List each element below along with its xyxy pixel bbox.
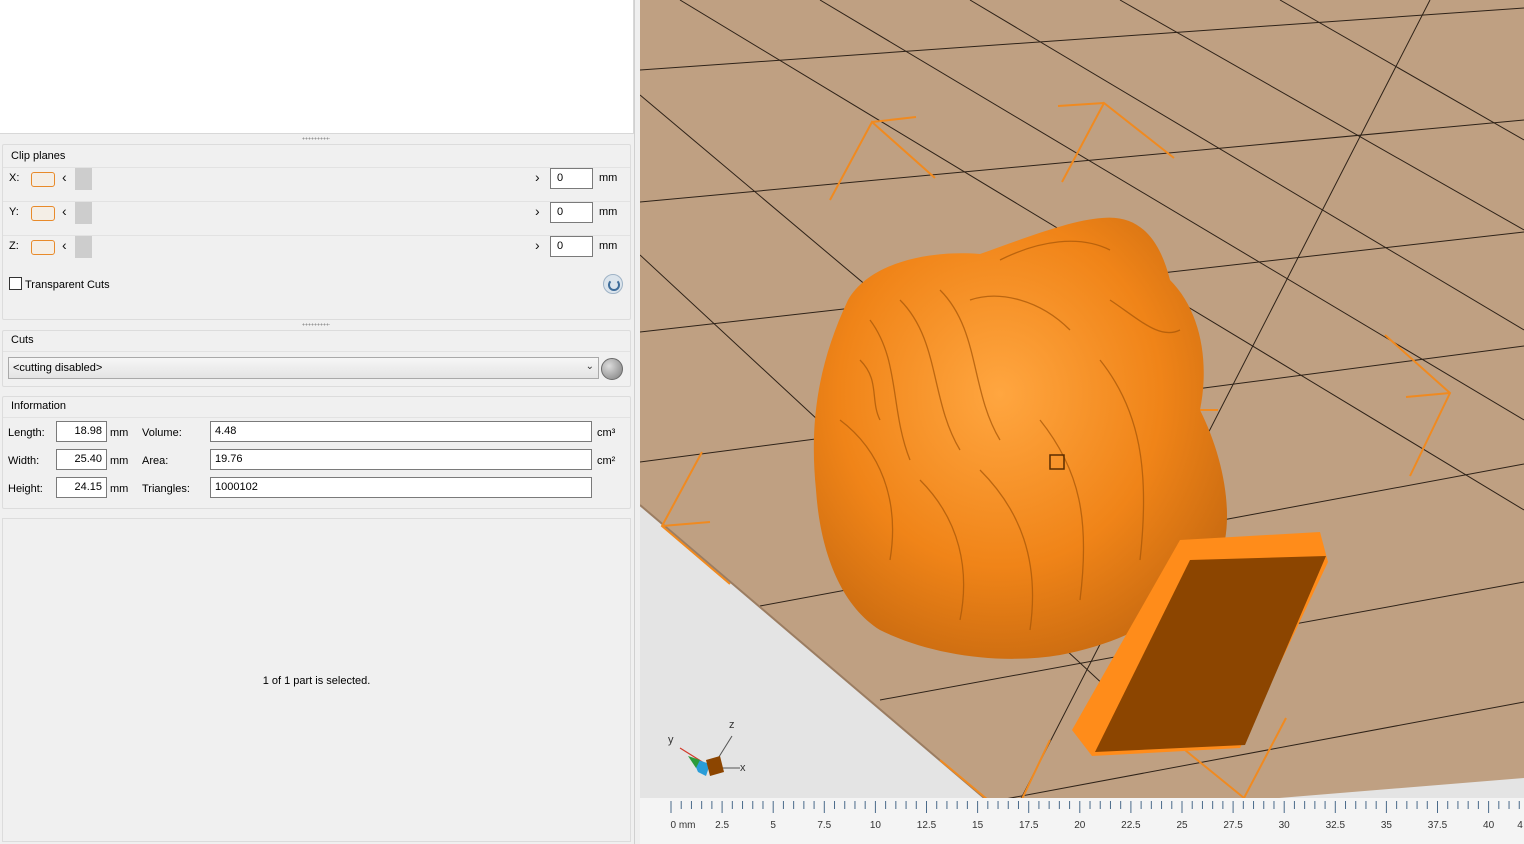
- clip-axis-label: Y:: [9, 206, 19, 218]
- clip-y-toggle[interactable]: [31, 206, 55, 221]
- slider-right-icon[interactable]: ›: [535, 169, 540, 185]
- slider-left-icon[interactable]: ‹: [62, 237, 67, 253]
- clip-x-slider[interactable]: [75, 168, 535, 190]
- cuts-dropdown[interactable]: <cutting disabled> ⌄: [8, 357, 599, 379]
- ruler-label: 12.5: [916, 820, 937, 831]
- selection-status: 1 of 1 part is selected.: [262, 675, 371, 687]
- area-label: Area:: [142, 455, 169, 467]
- ruler-label: 32.5: [1325, 820, 1346, 831]
- triangles-field[interactable]: 1000102: [210, 477, 592, 498]
- information-title: Information: [11, 400, 67, 412]
- measurement-ruler: 0 mm 2.5 5 7.5 10 12.5 15 17.5 20 22.5 25 27.5 30 32.…: [640, 798, 1524, 844]
- width-unit: mm: [110, 455, 129, 467]
- ruler-label: 20: [1074, 820, 1086, 831]
- height-unit: mm: [110, 483, 129, 495]
- height-field[interactable]: 24.15: [56, 477, 107, 498]
- height-label: Height:: [8, 483, 43, 495]
- slider-right-icon[interactable]: ›: [535, 237, 540, 253]
- clip-x-toggle[interactable]: [31, 172, 55, 187]
- clip-unit: mm: [599, 206, 618, 218]
- area-field[interactable]: 19.76: [210, 449, 592, 470]
- transparent-cuts-label: Transparent Cuts: [25, 279, 110, 291]
- empty-panel: [0, 0, 634, 134]
- app-window: Clip planes X: ‹ › 0 mm Y: ‹ › 0 mm Z: ‹…: [0, 0, 1524, 844]
- clip-y-input[interactable]: 0: [550, 202, 593, 223]
- length-unit: mm: [110, 427, 129, 439]
- transparent-cuts-checkbox[interactable]: Transparent Cuts: [9, 277, 110, 291]
- reset-clip-icon[interactable]: [603, 274, 623, 294]
- slider-left-icon[interactable]: ‹: [62, 203, 67, 219]
- clip-row-y: Y: ‹ › 0 mm: [3, 196, 630, 230]
- triangles-label: Triangles:: [142, 483, 190, 495]
- clip-row-z: Z: ‹ › 0 mm: [3, 230, 630, 264]
- ruler-label: 17.5: [1018, 820, 1039, 831]
- ruler-label: 40: [1483, 820, 1495, 831]
- ruler-label: 25: [1176, 820, 1188, 831]
- checkbox-box[interactable]: [9, 277, 22, 290]
- ruler-label: 10: [869, 820, 881, 831]
- ruler-label: 22.5: [1121, 820, 1141, 831]
- x-axis-label: x: [740, 762, 746, 774]
- clip-z-input[interactable]: 0: [550, 236, 593, 257]
- clip-y-slider[interactable]: [75, 202, 535, 224]
- ruler-label: 2.5: [715, 820, 730, 831]
- slider-thumb[interactable]: [75, 202, 92, 224]
- clip-x-input[interactable]: 0: [550, 168, 593, 189]
- ruler-label: 15: [972, 820, 984, 831]
- length-label: Length:: [8, 427, 45, 439]
- clip-unit: mm: [599, 240, 618, 252]
- ruler-label: 0 mm: [670, 820, 696, 831]
- area-unit: cm²: [597, 455, 616, 467]
- cuts-title: Cuts: [11, 334, 34, 346]
- ruler-label: 7.5: [817, 820, 832, 831]
- clip-z-toggle[interactable]: [31, 240, 55, 255]
- ruler-label: 4: [1517, 820, 1523, 831]
- clip-planes-title: Clip planes: [11, 150, 66, 162]
- clip-unit: mm: [599, 172, 618, 184]
- 3d-viewport[interactable]: y z x 0 mm 2.5 5 7.5 10 12.5 15 17.5 20 22.5 25 27.…: [640, 0, 1524, 844]
- volume-field[interactable]: 4.48: [210, 421, 592, 442]
- clip-axis-label: X:: [9, 172, 20, 184]
- ruler-label: 35: [1380, 820, 1392, 831]
- information-group: Information Length: 18.98 mm Volume: 4.4…: [2, 396, 631, 509]
- length-field[interactable]: 18.98: [56, 421, 107, 442]
- width-field[interactable]: 25.40: [56, 449, 107, 470]
- cut-tool-icon[interactable]: [601, 358, 623, 380]
- slider-thumb[interactable]: [75, 236, 92, 258]
- z-axis-label: z: [729, 719, 735, 731]
- status-pane: 1 of 1 part is selected.: [2, 518, 631, 842]
- volume-label: Volume:: [142, 427, 182, 439]
- splitter-grip[interactable]: [302, 323, 330, 326]
- cuts-group: Cuts <cutting disabled> ⌄: [2, 330, 631, 387]
- width-label: Width:: [8, 455, 40, 467]
- left-panel: Clip planes X: ‹ › 0 mm Y: ‹ › 0 mm Z: ‹…: [0, 0, 636, 844]
- clip-planes-group: Clip planes X: ‹ › 0 mm Y: ‹ › 0 mm Z: ‹…: [2, 144, 631, 320]
- cuts-selected-value: <cutting disabled>: [13, 362, 103, 374]
- splitter-grip[interactable]: [302, 137, 330, 140]
- volume-unit: cm³: [597, 427, 616, 439]
- ruler-label: 27.5: [1223, 820, 1243, 831]
- slider-right-icon[interactable]: ›: [535, 203, 540, 219]
- y-axis-label: y: [668, 734, 674, 746]
- slider-thumb[interactable]: [75, 168, 92, 190]
- slider-left-icon[interactable]: ‹: [62, 169, 67, 185]
- ruler-label: 30: [1278, 820, 1290, 831]
- ruler-label: 5: [770, 820, 776, 831]
- clip-row-x: X: ‹ › 0 mm: [3, 162, 630, 196]
- clip-axis-label: Z:: [9, 240, 19, 252]
- chevron-down-icon: ⌄: [585, 361, 594, 372]
- clip-z-slider[interactable]: [75, 236, 535, 258]
- ruler-label: 37.5: [1427, 820, 1448, 831]
